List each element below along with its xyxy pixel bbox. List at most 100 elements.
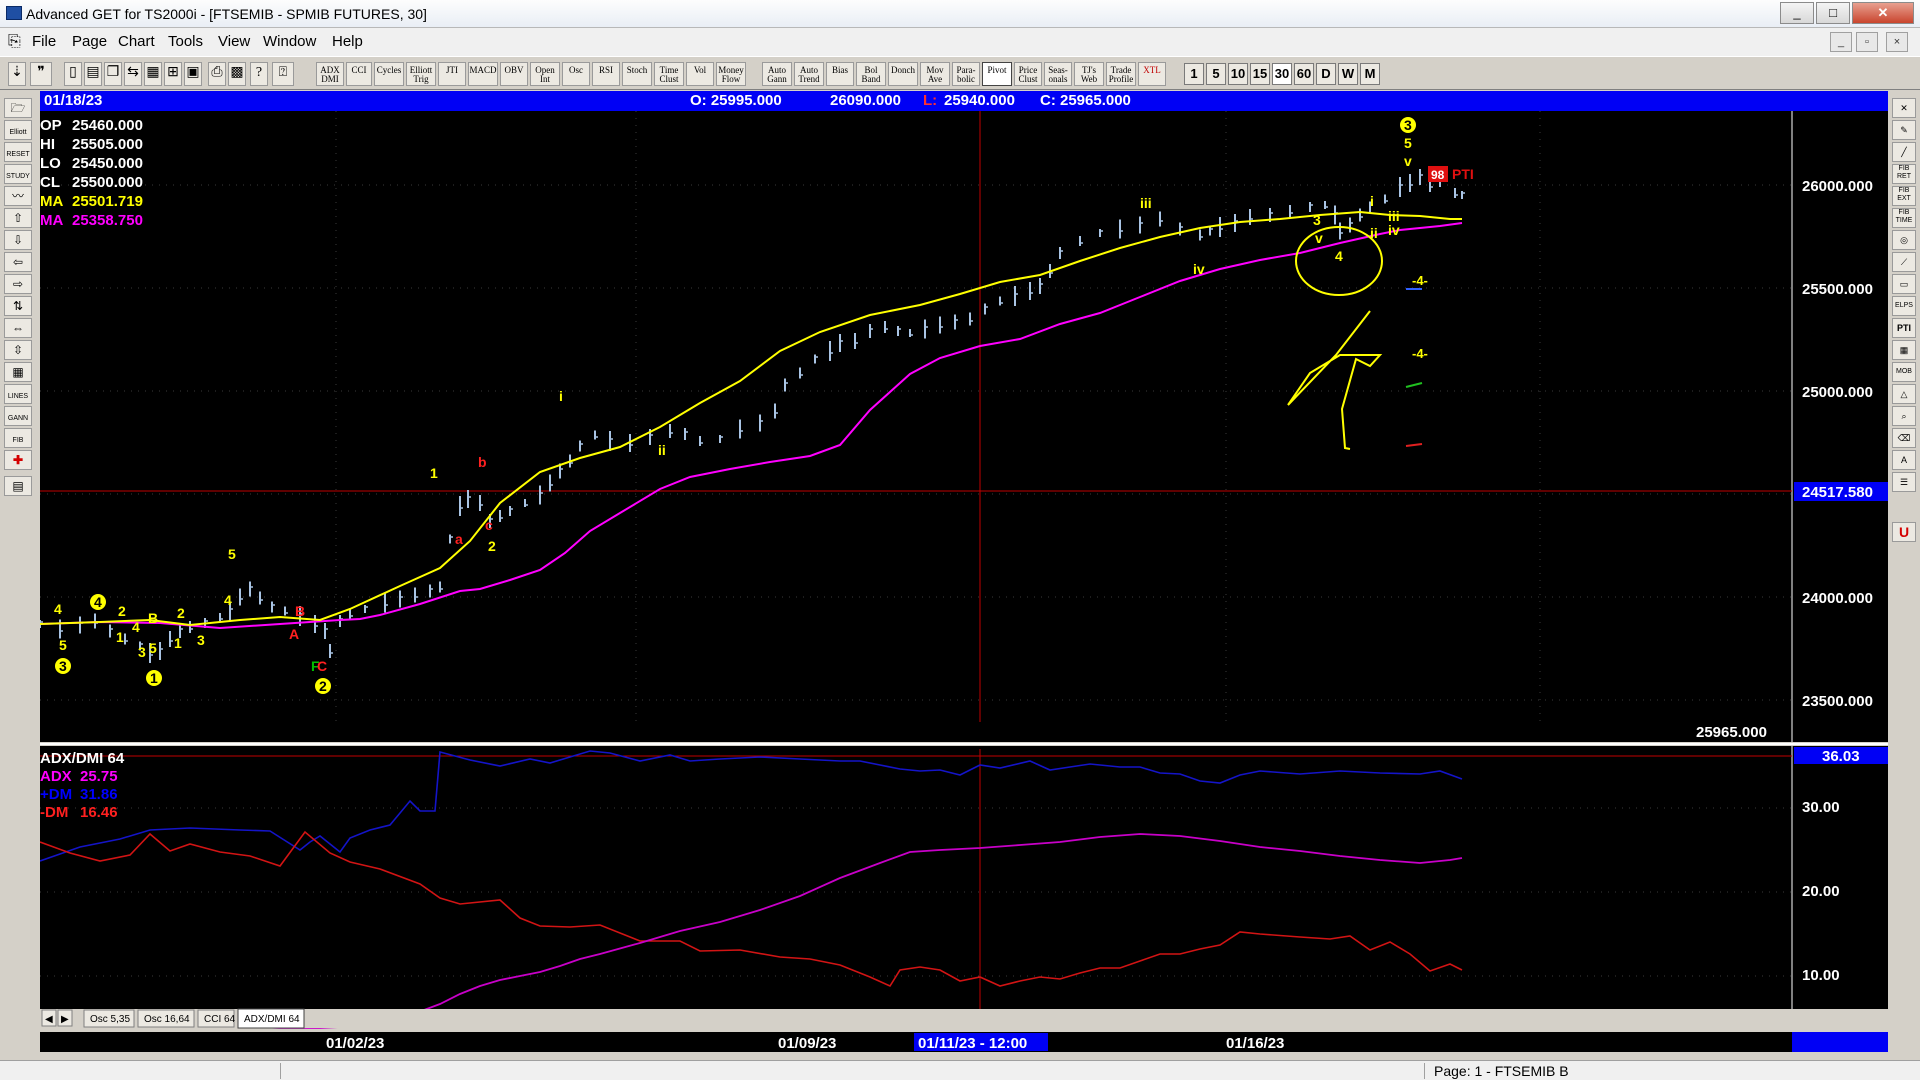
cascade-icon[interactable]: ❐	[104, 62, 122, 86]
study-mov-ave[interactable]: Mov Ave	[920, 62, 950, 86]
interval-5[interactable]: 5	[1206, 63, 1226, 85]
save-icon[interactable]: ▩	[228, 62, 246, 86]
menu-page[interactable]: Page	[72, 33, 107, 50]
pti-tool[interactable]: PTI	[1892, 318, 1916, 338]
interval-weekly[interactable]: W	[1338, 63, 1358, 85]
elliott-tool[interactable]: Elliott	[4, 120, 32, 140]
study-open-int[interactable]: Open Int	[530, 62, 560, 86]
study-macd[interactable]: MACD	[468, 62, 498, 86]
interval-30[interactable]: 30	[1272, 63, 1292, 85]
menu-file[interactable]: File	[32, 33, 56, 50]
fib-ret-tool[interactable]: FIB RET	[1892, 164, 1916, 184]
study-bias[interactable]: Bias	[826, 62, 854, 86]
study-seasonals[interactable]: Seas-onals	[1044, 62, 1072, 86]
document-icon[interactable]: ⎘	[8, 33, 21, 51]
menu-window[interactable]: Window	[263, 33, 316, 50]
study-cycles[interactable]: Cycles	[374, 62, 404, 86]
expand-icon[interactable]: ⇔	[4, 318, 32, 338]
study-obv[interactable]: OBV	[500, 62, 528, 86]
quote-tool-icon[interactable]: ❞	[30, 62, 52, 86]
chart-area[interactable]: -4- -4- 98 PTI 45342143B5121 354BAFC21abc…	[40, 111, 1888, 1056]
arrow-up-icon[interactable]: ⇧	[4, 208, 32, 228]
interval-60[interactable]: 60	[1294, 63, 1314, 85]
pencil-icon[interactable]: ✎	[1892, 120, 1916, 140]
indicator-panel[interactable]	[40, 746, 1792, 1009]
undo-tool[interactable]: U	[1892, 522, 1916, 542]
menu-help[interactable]: Help	[332, 33, 363, 50]
study-adx-dmi[interactable]: ADX DMI	[316, 62, 344, 86]
study-jti[interactable]: JTI	[438, 62, 466, 86]
eraser-icon[interactable]: ⌫	[1892, 428, 1916, 448]
help-icon[interactable]: ?	[250, 62, 268, 86]
study-parabolic[interactable]: Para-bolic	[952, 62, 980, 86]
reset-tool[interactable]: RESET	[4, 142, 32, 162]
interval-15[interactable]: 15	[1250, 63, 1270, 85]
window-icon[interactable]: ▣	[184, 62, 202, 86]
zoom-icon[interactable]: ⌕	[1892, 406, 1916, 426]
arrow-down-icon[interactable]: ⇩	[4, 230, 32, 250]
study-rsi[interactable]: RSI	[592, 62, 620, 86]
interval-10[interactable]: 10	[1228, 63, 1248, 85]
mdi-restore-button[interactable]: ▫	[1856, 32, 1878, 52]
study-tjs-web[interactable]: TJ's Web	[1074, 62, 1104, 86]
crosshair-icon[interactable]: ✚	[4, 450, 32, 470]
arrow-right-icon[interactable]: ⇨	[4, 274, 32, 294]
study-xtl[interactable]: XTL	[1138, 62, 1166, 86]
grid-tool-icon[interactable]: ▦	[4, 362, 32, 382]
notes-icon[interactable]: ▤	[4, 476, 32, 496]
fib-tool[interactable]: FIB	[4, 428, 32, 448]
gann-tool[interactable]: GANN	[4, 406, 32, 426]
fib-time-tool[interactable]: FIB TIME	[1892, 208, 1916, 228]
study-trade-profile[interactable]: Trade Profile	[1106, 62, 1136, 86]
arrow-left-icon[interactable]: ⇦	[4, 252, 32, 272]
table-icon[interactable]: ▦	[1892, 340, 1916, 360]
interval-1[interactable]: 1	[1184, 63, 1204, 85]
close-study-icon[interactable]: ✕	[1892, 98, 1916, 118]
menu-view[interactable]: View	[218, 33, 250, 50]
minimize-button[interactable]: _	[1780, 2, 1814, 24]
study-price-clust[interactable]: Price Clust	[1014, 62, 1042, 86]
scroll-icon[interactable]: ⇳	[4, 340, 32, 360]
study-elliott-trig[interactable]: Elliott Trig	[406, 62, 436, 86]
open-page-icon[interactable]: ▤	[84, 62, 102, 86]
mdi-minimize-button[interactable]: _	[1830, 32, 1852, 52]
spiral-icon[interactable]: ◎	[1892, 230, 1916, 250]
study-pivot[interactable]: Pivot	[982, 62, 1012, 86]
line-tool-icon[interactable]: ╱	[1892, 142, 1916, 162]
lines-tool[interactable]: LINES	[4, 384, 32, 404]
mob-tool[interactable]: MOB	[1892, 362, 1916, 382]
study-cci[interactable]: CCI	[346, 62, 372, 86]
tile-icon[interactable]: ⇆	[124, 62, 142, 86]
menu-tools[interactable]: Tools	[168, 33, 203, 50]
study-bol-band[interactable]: Bol Band	[856, 62, 886, 86]
channel-icon[interactable]: ▭	[1892, 274, 1916, 294]
print-icon[interactable]: ⎙	[208, 62, 226, 86]
study-money-flow[interactable]: Money Flow	[716, 62, 746, 86]
elliott-wave-icon[interactable]: 〰	[4, 186, 32, 206]
mdi-close-button[interactable]: ×	[1886, 32, 1908, 52]
context-help-icon[interactable]: ⍰	[272, 62, 294, 86]
open-folder-icon[interactable]: 🗁	[4, 98, 32, 118]
maximize-button[interactable]: □	[1816, 2, 1850, 24]
study-stoch[interactable]: Stoch	[622, 62, 652, 86]
interval-monthly[interactable]: M	[1360, 63, 1380, 85]
close-button[interactable]: ✕	[1852, 2, 1914, 24]
triangle-icon[interactable]: △	[1892, 384, 1916, 404]
study-donch[interactable]: Donch	[888, 62, 918, 86]
study-tool[interactable]: STUDY	[4, 164, 32, 184]
interval-daily[interactable]: D	[1316, 63, 1336, 85]
cursor-tool-icon[interactable]: ⇣	[8, 62, 26, 86]
price-panel[interactable]	[40, 111, 1792, 742]
layout-icon[interactable]: ▦	[144, 62, 162, 86]
study-auto-trend[interactable]: Auto Trend	[794, 62, 824, 86]
list-icon[interactable]: ☰	[1892, 472, 1916, 492]
ellipse-tool[interactable]: ELPS	[1892, 296, 1916, 316]
study-auto-gann[interactable]: Auto Gann	[762, 62, 792, 86]
new-page-icon[interactable]: ▯	[64, 62, 82, 86]
study-vol[interactable]: Vol	[686, 62, 714, 86]
text-tool-icon[interactable]: A	[1892, 450, 1916, 470]
study-time-clust[interactable]: Time Clust	[654, 62, 684, 86]
menu-chart[interactable]: Chart	[118, 33, 155, 50]
grid-icon[interactable]: ⊞	[164, 62, 182, 86]
compress-icon[interactable]: ⇅	[4, 296, 32, 316]
